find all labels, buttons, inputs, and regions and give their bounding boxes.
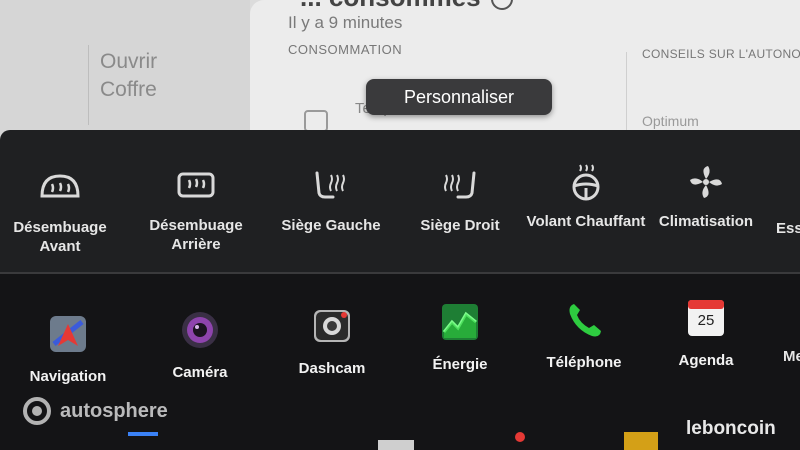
calendar-date: 25 [697, 312, 715, 329]
autonomy-advice-tab[interactable]: CONSEILS SUR L'AUTONOM [642, 47, 800, 61]
rear-defrost-label-1: Désembuage [149, 217, 243, 234]
customize-button[interactable]: Personnaliser [366, 79, 552, 115]
calendar-label: Agenda [678, 352, 734, 369]
energy-app[interactable]: Énergie [395, 302, 525, 373]
dashcam-label: Dashcam [298, 360, 366, 377]
card-divider [626, 52, 627, 132]
left-seat-heat-button[interactable]: Siège Gauche [261, 166, 401, 235]
dashcam-icon [312, 306, 352, 346]
rear-defrost-icon [173, 166, 219, 206]
autosphere-text: autosphere [60, 399, 168, 422]
autosphere-watermark: autosphere [22, 396, 168, 426]
energy-card-title: ... consommés [300, 0, 513, 13]
partial-icon-1 [128, 432, 158, 450]
trip-chart-icon [304, 110, 328, 132]
climate-label: Climatisation [658, 213, 754, 230]
open-trunk-button[interactable]: Ouvrir Coffre [100, 48, 157, 104]
partial-icon-4 [624, 432, 658, 450]
navigation-label: Navigation [29, 368, 107, 385]
calendar-app[interactable]: 25 Agenda [641, 298, 771, 369]
dashcam-app[interactable]: Dashcam [267, 306, 397, 377]
left-seat-heat-label: Siège Gauche [281, 217, 381, 234]
partial-icon-3 [515, 432, 525, 442]
seat-heat-left-icon [308, 166, 354, 206]
camera-app[interactable]: Caméra [135, 310, 265, 381]
optimum-label: Optimum [642, 113, 699, 129]
front-defrost-label-1: Désembuage [13, 219, 107, 236]
heated-steering-button[interactable]: Volant Chauffant [516, 162, 656, 231]
navigation-icon [48, 314, 88, 354]
info-icon[interactable] [490, 0, 513, 11]
camera-icon [180, 310, 220, 350]
front-defrost-button[interactable]: Désembuage Avant [0, 168, 130, 256]
autosphere-logo-icon [23, 397, 51, 425]
calendar-icon: 25 [686, 298, 726, 338]
camera-label: Caméra [172, 364, 228, 381]
right-seat-heat-button[interactable]: Siège Droit [390, 166, 530, 235]
open-trunk-line2: Coffre [100, 78, 157, 101]
energy-icon [440, 302, 480, 342]
tray-divider [0, 272, 800, 274]
front-defrost-icon [37, 168, 83, 208]
phone-app[interactable]: Téléphone [519, 300, 649, 371]
partial-icon-2 [378, 440, 414, 450]
energy-label: Énergie [432, 356, 488, 373]
seat-heat-right-icon [437, 166, 483, 206]
open-trunk-line1: Ouvrir [100, 50, 158, 73]
heated-steering-label: Volant Chauffant [526, 213, 646, 230]
climate-button[interactable]: Climatisation [636, 162, 776, 231]
phone-icon [564, 300, 604, 340]
front-defrost-label-2: Avant [39, 238, 81, 255]
fan-icon [683, 162, 729, 202]
wipers-label-clipped[interactable]: Essu [776, 220, 800, 237]
phone-label: Téléphone [546, 354, 622, 371]
bottom-app-row-clipped [0, 432, 800, 450]
rear-defrost-label-2: Arrière [171, 236, 221, 253]
heated-steering-icon [563, 162, 609, 202]
right-seat-heat-label: Siège Droit [420, 217, 500, 234]
leboncoin-watermark: leboncoin [686, 418, 776, 439]
media-label-clipped[interactable]: Me [783, 348, 800, 365]
time-ago-text: Il y a 9 minutes [288, 13, 403, 32]
navigation-app[interactable]: Navigation [3, 314, 133, 385]
consumption-tab[interactable]: CONSOMMATION [288, 42, 402, 57]
trunk-divider [88, 45, 89, 125]
rear-defrost-button[interactable]: Désembuage Arrière [126, 166, 266, 254]
